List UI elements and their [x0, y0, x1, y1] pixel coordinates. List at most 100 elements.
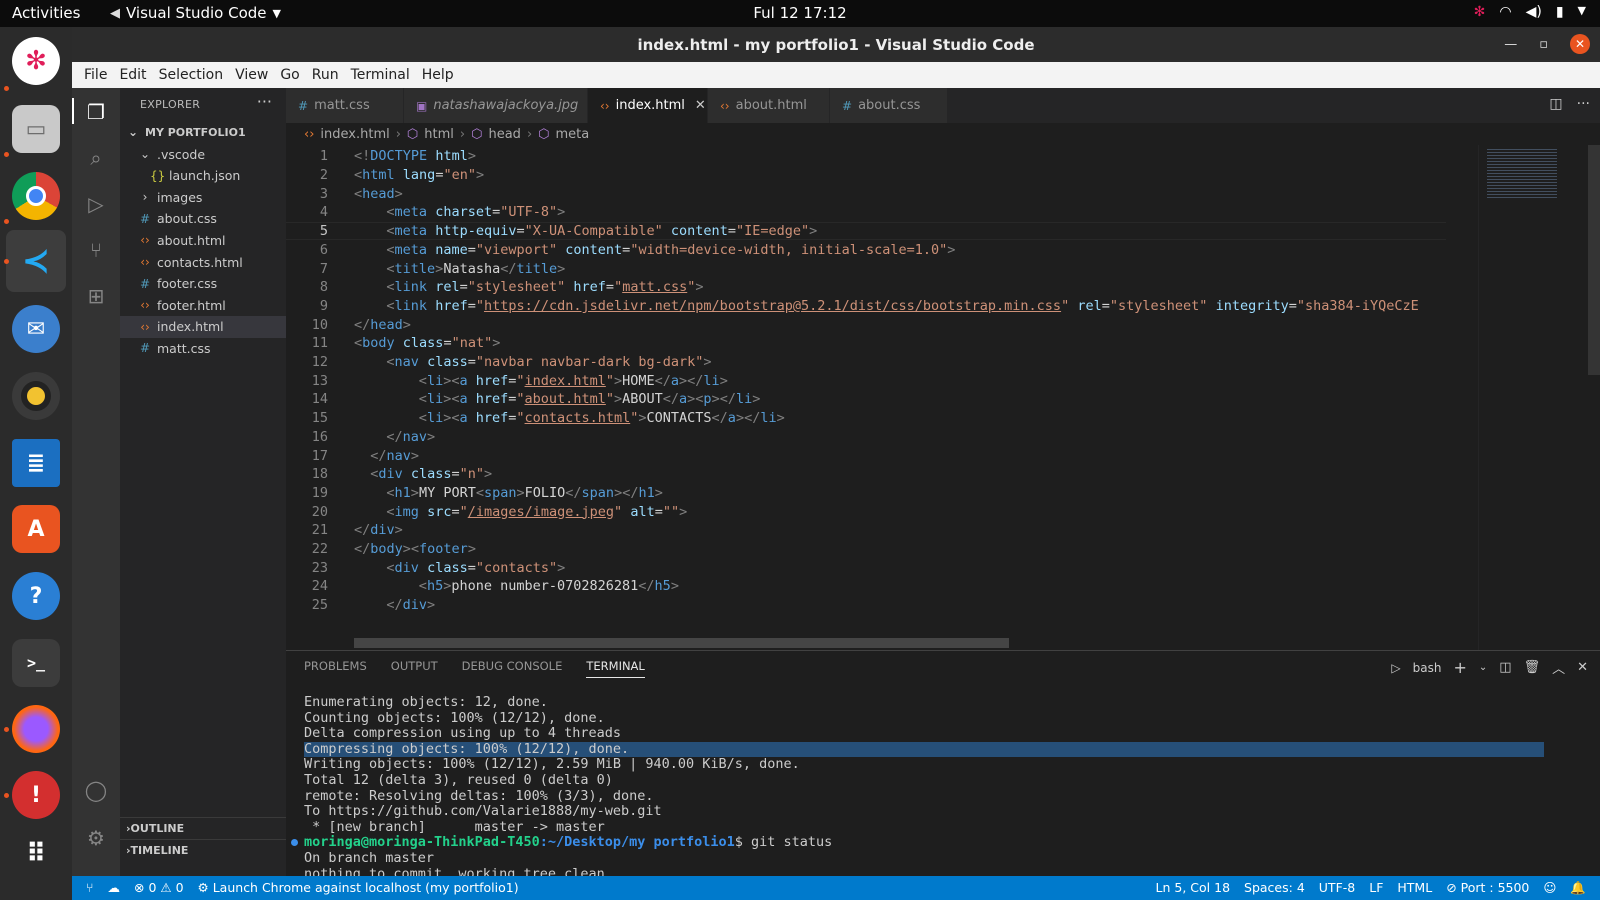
chrome-icon[interactable] [12, 172, 60, 220]
thunderbird-icon[interactable]: ✉ [12, 305, 60, 353]
maximize-icon[interactable]: ▫ [1539, 37, 1548, 52]
terminal-output[interactable]: Enumerating objects: 12, done. Counting o… [291, 694, 1544, 898]
live-server-port[interactable]: ⊘ Port : 5500 [1446, 880, 1529, 896]
notifications-bell-icon[interactable]: 🔔 [1570, 880, 1586, 896]
explorer-item[interactable]: ⌄ .vscode [120, 143, 286, 165]
extensions-icon[interactable]: ⊞ [84, 284, 108, 308]
menu-file[interactable]: File [78, 67, 113, 83]
explorer-more-actions[interactable]: ··· [257, 92, 272, 111]
remote-icon[interactable]: ⑂ [86, 880, 94, 895]
code-line[interactable]: 25 </div> [286, 596, 1446, 615]
wifi-icon[interactable]: ◠ [1499, 4, 1511, 20]
menu-view[interactable]: View [229, 67, 274, 83]
split-terminal-icon[interactable]: ◫ [1499, 660, 1511, 675]
rhythmbox-icon[interactable] [12, 372, 60, 420]
menu-go[interactable]: Go [274, 67, 305, 83]
code-editor[interactable]: 1 <!DOCTYPE html> 2 <html lang="en"> 3 <head>… [286, 145, 1600, 650]
split-editor-icon[interactable]: ◫ [1549, 96, 1562, 112]
code-line[interactable]: 4 <meta charset="UTF-8"> [286, 203, 1446, 222]
code-line[interactable]: 10 </head> [286, 315, 1446, 334]
tab-about-css[interactable]: # about.css [830, 88, 948, 123]
explorer-item[interactable]: ‹› contacts.html [120, 251, 286, 273]
code-line[interactable]: 6 <meta name="viewport" content="width=de… [286, 241, 1446, 260]
close-window-icon[interactable]: ✕ [1570, 34, 1590, 54]
workspace-root[interactable]: ⌄ MY PORTFOLIO1 [120, 121, 286, 143]
cursor-position[interactable]: Ln 5, Col 18 [1156, 880, 1231, 896]
menu-run[interactable]: Run [306, 67, 345, 83]
libreoffice-writer-icon[interactable]: ≣ [12, 439, 60, 487]
code-line[interactable]: 22 </body><footer> [286, 540, 1446, 559]
panel-tab-debug-console[interactable]: DEBUG CONSOLE [462, 659, 563, 678]
code-line[interactable]: 13 <li><a href="index.html">HOME</a></li> [286, 371, 1446, 390]
activities-button[interactable]: Activities [12, 4, 80, 22]
explorer-item[interactable]: # footer.css [120, 273, 286, 295]
explorer-item[interactable]: › images [120, 186, 286, 208]
breadcrumb-item[interactable]: meta [556, 127, 590, 142]
code-line[interactable]: 12 <nav class="navbar navbar-dark bg-dark… [286, 353, 1446, 372]
breadcrumb-item[interactable]: index.html [320, 127, 389, 142]
tab-matt-css[interactable]: # matt.css [286, 88, 404, 123]
menu-terminal[interactable]: Terminal [345, 67, 416, 83]
problems-count[interactable]: ⊗ 0 ⚠ 0 [134, 880, 184, 895]
minimize-icon[interactable]: — [1504, 37, 1517, 52]
volume-icon[interactable]: ◀) [1526, 4, 1542, 20]
code-line[interactable]: 20 <img src="/images/image.jpeg" alt=""> [286, 502, 1446, 521]
code-line[interactable]: 17 </nav> [286, 446, 1446, 465]
breadcrumb-item[interactable]: html [424, 127, 454, 142]
menu-help[interactable]: Help [416, 67, 460, 83]
code-line[interactable]: 8 <link rel="stylesheet" href="matt.css"> [286, 278, 1446, 297]
code-line[interactable]: 11 <body class="nat"> [286, 334, 1446, 353]
code-line[interactable]: 24 <h5>phone number-0702826281</h5> [286, 577, 1446, 596]
minimap[interactable] [1478, 145, 1588, 650]
app-menu[interactable]: ◀ Visual Studio Code ▼ [110, 4, 281, 22]
explorer-item[interactable]: {} launch.json [120, 165, 286, 187]
panel-tab-terminal[interactable]: TERMINAL [586, 659, 645, 678]
explorer-item[interactable]: # matt.css [120, 337, 286, 359]
explorer-item[interactable]: ‹› footer.html [120, 294, 286, 316]
file-encoding[interactable]: UTF-8 [1319, 880, 1355, 896]
explorer-icon[interactable]: ❐ [84, 100, 108, 124]
code-line[interactable]: 23 <div class="contacts"> [286, 558, 1446, 577]
code-line[interactable]: 21 </div> [286, 521, 1446, 540]
panel-tab-problems[interactable]: PROBLEMS [304, 659, 367, 678]
sync-icon[interactable]: ☁ [108, 880, 121, 895]
search-icon[interactable]: ⌕ [84, 146, 108, 170]
source-control-icon[interactable]: ⑂ [84, 238, 108, 262]
horizontal-scrollbar[interactable] [354, 638, 1009, 648]
maximize-panel-icon[interactable]: ︿ [1552, 658, 1565, 677]
power-menu-icon[interactable]: ▼ [1578, 4, 1586, 20]
language-mode[interactable]: HTML [1397, 880, 1432, 896]
chevron-down-icon[interactable]: ⌄ [1479, 662, 1487, 673]
firefox-icon[interactable] [12, 705, 60, 753]
slack-tray-icon[interactable]: ✻ [1474, 4, 1486, 20]
code-line[interactable]: 1 <!DOCTYPE html> [286, 147, 1446, 166]
run-debug-icon[interactable]: ▷ [84, 192, 108, 216]
software-updater-icon[interactable]: ! [12, 771, 60, 819]
explorer-item[interactable]: ‹› index.html [120, 315, 286, 338]
code-line[interactable]: 16 </nav> [286, 428, 1446, 447]
clock[interactable]: Ful 12 17:12 [753, 4, 846, 22]
trash-icon[interactable]: 🗑 [1524, 660, 1541, 675]
panel-tab-output[interactable]: OUTPUT [391, 659, 438, 678]
explorer-item[interactable]: # about.css [120, 208, 286, 230]
vertical-scrollbar[interactable] [1588, 145, 1600, 375]
files-icon[interactable]: ▭ [12, 105, 60, 153]
code-line[interactable]: 15 <li><a href="contacts.html">CONTACTS</… [286, 409, 1446, 428]
new-terminal-icon[interactable]: + [1453, 658, 1466, 677]
outline-section[interactable]: › OUTLINE [120, 817, 286, 839]
tab-about-html[interactable]: ‹› about.html [708, 88, 830, 123]
debug-launch-config[interactable]: ⚙ Launch Chrome against localhost (my po… [198, 880, 519, 895]
tab-natashawajackoya-jpg[interactable]: ▣ natashawajackoya.jpg [404, 88, 588, 123]
help-icon[interactable]: ? [12, 572, 60, 620]
software-center-icon[interactable]: A [12, 505, 60, 553]
code-line[interactable]: 9 <link href="https://cdn.jsdelivr.net/np… [286, 297, 1446, 316]
explorer-item[interactable]: ‹› about.html [120, 229, 286, 251]
terminal-shell-label[interactable]: bash [1413, 661, 1442, 675]
tab-index-html[interactable]: ‹› index.html ✕ [588, 88, 708, 123]
code-line[interactable]: 19 <h1>MY PORT<span>FOLIO</span></h1> [286, 484, 1446, 503]
command-decoration-icon[interactable] [291, 839, 298, 847]
slack-icon[interactable]: ✻ [12, 37, 60, 85]
code-line[interactable]: 5 <meta http-equiv="X-UA-Compatible" cont… [286, 221, 1446, 241]
battery-icon[interactable]: ▮ [1556, 4, 1564, 20]
indentation[interactable]: Spaces: 4 [1244, 880, 1305, 896]
